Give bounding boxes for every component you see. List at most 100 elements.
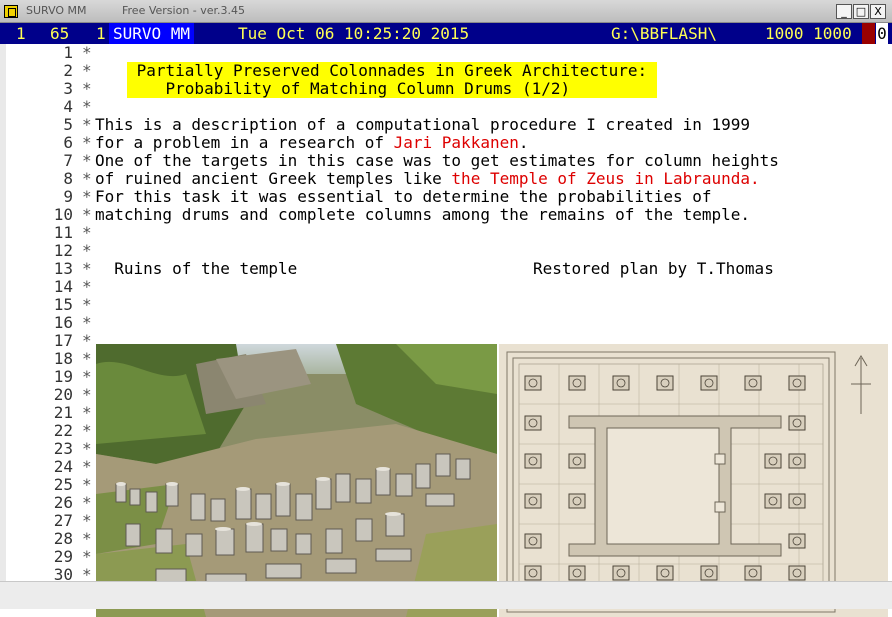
- control-column-star: *: [82, 223, 92, 242]
- edit-line[interactable]: 3 * Probability of Matching Column Drums …: [0, 80, 892, 98]
- line-number: 26: [53, 493, 73, 512]
- line-number: 9: [63, 187, 73, 206]
- edit-line[interactable]: 1 *: [0, 44, 892, 62]
- line-number: 21: [53, 403, 73, 422]
- control-column-star: *: [82, 61, 92, 80]
- line-number: 16: [53, 313, 73, 332]
- edit-line[interactable]: 13 * Ruins of the temple Restored plan by …: [0, 260, 892, 278]
- control-column-star: *: [82, 421, 92, 440]
- edit-line[interactable]: 5 * This is a description of a computation…: [0, 116, 892, 134]
- line-number: 22: [53, 421, 73, 440]
- control-column-star: *: [82, 349, 92, 368]
- author-name-link: Jari Pakkanen: [393, 133, 519, 152]
- line-number: 14: [53, 277, 73, 296]
- line-number: 18: [53, 349, 73, 368]
- control-column-star: *: [82, 367, 92, 386]
- mode-indicator: SURVO MM: [109, 23, 195, 44]
- control-column-star: *: [82, 493, 92, 512]
- line-number: 25: [53, 475, 73, 494]
- status-zero: 0: [876, 23, 888, 44]
- app-icon[interactable]: [4, 5, 18, 18]
- maximize-button[interactable]: □: [853, 4, 869, 19]
- window-titlebar: SURVO MM Free Version - ver.3.45 _ □ X: [0, 0, 892, 23]
- document-title-line1: Partially Preserved Colonnades in Greek …: [127, 61, 657, 80]
- line-number: 12: [53, 241, 73, 260]
- restored-plan-drawing: [499, 344, 888, 617]
- plan-caption: Restored plan by T.Thomas: [533, 259, 774, 278]
- control-column-star: *: [82, 457, 92, 476]
- line-number: 17: [53, 331, 73, 350]
- control-column-star: *: [82, 547, 92, 566]
- edit-line[interactable]: 6 * for a problem in a research of Jari Pa…: [0, 134, 892, 152]
- line-text: for a problem in a research of Jari Pakk…: [95, 134, 529, 152]
- edit-line[interactable]: 4 *: [0, 98, 892, 116]
- line-number: 7: [63, 151, 73, 170]
- control-column-star: *: [82, 169, 92, 188]
- photo-caption: Ruins of the temple: [95, 259, 298, 278]
- line-number: 6: [63, 133, 73, 152]
- control-column-star: *: [82, 97, 92, 116]
- window-title: SURVO MM: [26, 4, 87, 17]
- control-column-star: *: [82, 313, 92, 332]
- line-number: 1: [63, 43, 73, 62]
- version-label: Free Version - ver.3.45: [122, 4, 246, 17]
- text-line: .: [518, 133, 529, 152]
- control-column-star: *: [82, 115, 92, 134]
- control-column-star: *: [82, 277, 92, 296]
- edit-line[interactable]: 2 * Partially Preserved Colonnades in Gre…: [0, 62, 892, 80]
- control-column-star: *: [82, 331, 92, 350]
- edit-field[interactable]: 1 * 2 * Partially Preserved Colonnades in G…: [0, 44, 892, 617]
- text-line: matching drums and complete columns amon…: [95, 205, 751, 224]
- control-column-star: *: [82, 241, 92, 260]
- insert-indicator: [862, 23, 875, 44]
- close-button[interactable]: X: [870, 4, 886, 19]
- edit-line[interactable]: 16 *: [0, 314, 892, 332]
- edit-field-dimensions: 1000 1000: [765, 24, 852, 43]
- line-number: 24: [53, 457, 73, 476]
- edit-line[interactable]: 14 *: [0, 278, 892, 296]
- edit-line[interactable]: 9 * For this task it was essential to dete…: [0, 188, 892, 206]
- control-column-star: *: [82, 205, 92, 224]
- line-text: of ruined ancient Greek temples like the…: [95, 170, 760, 188]
- line-number: 27: [53, 511, 73, 530]
- cursor-column: 65: [50, 24, 70, 43]
- control-column-star: *: [82, 385, 92, 404]
- control-column-star: *: [82, 43, 92, 62]
- text-line: of ruined ancient Greek temples like: [95, 169, 452, 188]
- cursor-row: 1: [16, 24, 26, 43]
- control-column-star: *: [82, 529, 92, 548]
- text-line: This is a description of a computational…: [95, 115, 751, 134]
- control-column-star: *: [82, 133, 92, 152]
- text-line: One of the targets in this case was to g…: [95, 151, 779, 170]
- line-number: 23: [53, 439, 73, 458]
- edit-line[interactable]: 10 * matching drums and complete columns a…: [0, 206, 892, 224]
- line-number: 10: [53, 205, 73, 224]
- control-column-star: *: [82, 439, 92, 458]
- line-text: For this task it was essential to determ…: [95, 188, 712, 206]
- text-line: for a problem in a research of: [95, 133, 394, 152]
- document-title-line2: Probability of Matching Column Drums (1/…: [127, 79, 657, 98]
- edit-line[interactable]: 12 *: [0, 242, 892, 260]
- line-number: 15: [53, 295, 73, 314]
- control-column-star: *: [82, 403, 92, 422]
- line-number: 20: [53, 385, 73, 404]
- control-column-star: *: [82, 79, 92, 98]
- minimize-button[interactable]: _: [836, 4, 852, 19]
- control-column-star: *: [82, 151, 92, 170]
- line-number: 28: [53, 529, 73, 548]
- control-column-star: *: [82, 511, 92, 530]
- control-column-star: *: [82, 475, 92, 494]
- edit-line[interactable]: 7 * One of the targets in this case was to…: [0, 152, 892, 170]
- text-line: For this task it was essential to determ…: [95, 187, 712, 206]
- line-number: 5: [63, 115, 73, 134]
- status-bar: 1 65 1 SURVO MM Tue Oct 06 10:25:20 2015…: [0, 23, 892, 44]
- control-column-star: *: [82, 187, 92, 206]
- edit-line[interactable]: 8 * of ruined ancient Greek temples like t…: [0, 170, 892, 188]
- datetime-label: Tue Oct 06 10:25:20 2015: [238, 24, 470, 43]
- edit-line[interactable]: 11 *: [0, 224, 892, 242]
- edit-line[interactable]: 15 *: [0, 296, 892, 314]
- line-number: 4: [63, 97, 73, 116]
- line-number: 29: [53, 547, 73, 566]
- bottom-frame: [0, 581, 892, 609]
- line-text: One of the targets in this case was to g…: [95, 152, 779, 170]
